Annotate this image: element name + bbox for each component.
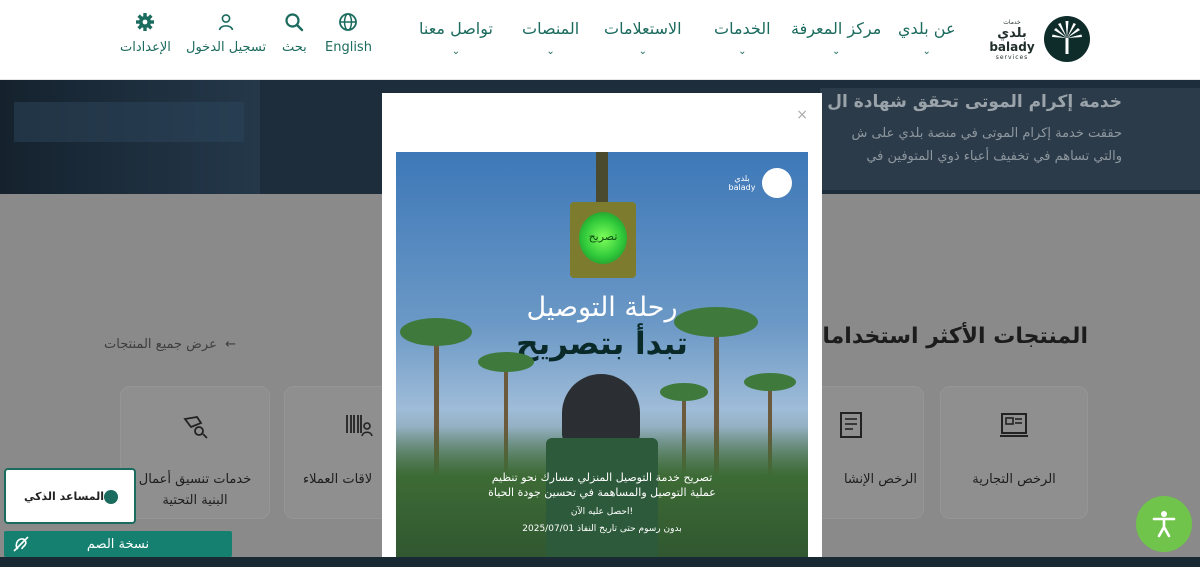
site-header: خدمات بلدي balady services عن بلدي ⌄ مرك… xyxy=(0,0,1200,80)
arrow-left-icon: ← xyxy=(220,337,237,352)
user-icon xyxy=(218,14,234,31)
login-label: تسجيل الدخول xyxy=(186,40,267,55)
view-all-label: عرض جميع المنتجات xyxy=(104,337,217,352)
palm-emblem-icon xyxy=(1044,16,1090,62)
search-button[interactable]: بحث xyxy=(282,12,307,55)
nav-contact[interactable]: تواصل معنا ⌄ xyxy=(419,18,493,68)
product-card-commercial-licenses[interactable]: الرخص التجارية xyxy=(940,386,1088,519)
balady-logo[interactable]: خدمات بلدي balady services xyxy=(986,14,1090,66)
poster-body-line2: عملية التوصيل والمساهمة في تحسين جودة ال… xyxy=(488,486,716,499)
hero-text-line1: حققت خدمة إكرام الموتى في منصة بلدي على … xyxy=(851,126,1122,141)
search-icon xyxy=(285,13,304,32)
nav-services-label: الخدمات xyxy=(714,19,771,38)
accessibility-icon xyxy=(1152,511,1176,538)
language-toggle[interactable]: English xyxy=(325,12,372,55)
palm-emblem-icon xyxy=(762,168,792,198)
hero-building-image xyxy=(0,80,260,194)
certificate-icon xyxy=(1000,413,1028,437)
traffic-light-pole xyxy=(596,152,608,202)
chevron-down-icon: ⌄ xyxy=(451,46,461,57)
hero-text-line2: والتي تساهم في تخفيف أعباء ذوي المتوفين … xyxy=(866,149,1122,164)
nav-services[interactable]: الخدمات ⌄ xyxy=(714,18,771,68)
poster-cta: احصل عليه الآن! xyxy=(570,507,634,517)
light-text: تصريح xyxy=(588,230,618,243)
logo-subtitle: services xyxy=(995,54,1029,61)
poster-logo: بلدي balady xyxy=(726,168,792,200)
poster-body: تصريح خدمة التوصيل المنزلي مسارك نحو تنظ… xyxy=(396,470,808,500)
infrastructure-icon xyxy=(183,416,208,439)
poster-logo-name: balady xyxy=(728,183,756,192)
settings-button[interactable]: الإعدادات xyxy=(120,12,171,55)
poster-logo-text: بلدي balady xyxy=(726,174,758,192)
poster-logo-arabic: بلدي xyxy=(734,174,750,183)
barcode-user-icon xyxy=(346,415,373,437)
nav-inquiries-label: الاستعلامات xyxy=(604,19,682,38)
logo-name: balady xyxy=(989,40,1035,54)
promo-modal: × تصريح بلدي balady رحلة التوصيل تبدأ بت… xyxy=(382,93,822,567)
product-card-infrastructure[interactable]: خدمات تنسيق أعمال البنية التحتية xyxy=(120,386,270,519)
nav-knowledge-center[interactable]: مركز المعرفة ⌄ xyxy=(791,18,881,68)
card-label: الرخص التجارية xyxy=(972,472,1056,487)
logo-arabic: بلدي xyxy=(997,26,1027,41)
close-icon[interactable]: × xyxy=(796,107,808,123)
accessibility-button[interactable] xyxy=(1136,496,1192,552)
deaf-version-label: نسخة الصم xyxy=(86,537,150,552)
logo-wordmark: خدمات بلدي balady services xyxy=(986,19,1038,62)
view-all-link[interactable]: عرض جميع المنتجات ← xyxy=(104,337,236,352)
nav-contact-label: تواصل معنا xyxy=(419,19,493,38)
deaf-version-button[interactable]: نسخة الصم xyxy=(4,531,232,557)
card-label: خدمات تنسيق أعمال البنية التحتية xyxy=(138,472,252,508)
nav-knowledge-label: مركز المعرفة xyxy=(791,19,882,38)
settings-label: الإعدادات xyxy=(120,40,171,55)
promo-poster[interactable]: تصريح بلدي balady رحلة التوصيل تبدأ بتصر… xyxy=(396,152,808,567)
nav-platforms-label: المنصات xyxy=(522,19,580,38)
chevron-down-icon: ⌄ xyxy=(638,46,647,57)
delivery-bag-image xyxy=(546,438,658,567)
login-button[interactable]: تسجيل الدخول xyxy=(186,12,266,55)
poster-footer: بدون رسوم حتى تاريخ النفاذ 2025/07/01 xyxy=(522,524,682,534)
chevron-down-icon: ⌄ xyxy=(546,46,555,57)
poster-body-line1: تصريح خدمة التوصيل المنزلي مسارك نحو تنظ… xyxy=(491,471,713,484)
smart-assistant-button[interactable]: المساعد الذكي xyxy=(4,468,136,524)
chevron-down-icon: ⌄ xyxy=(738,46,747,57)
chevron-down-icon: ⌄ xyxy=(831,46,841,57)
nav-inquiries[interactable]: الاستعلامات ⌄ xyxy=(604,18,682,68)
section-title: المنتجات الأكثر استخداما xyxy=(822,324,1088,349)
nav-about-label: عن بلدي xyxy=(898,19,956,38)
nav-platforms[interactable]: المنصات ⌄ xyxy=(522,18,579,68)
gear-icon xyxy=(136,13,155,31)
globe-icon xyxy=(339,13,358,31)
rider-helmet-image xyxy=(562,374,640,444)
document-icon xyxy=(840,412,862,438)
chevron-down-icon: ⌄ xyxy=(922,46,931,57)
assistant-label: المساعد الذكي xyxy=(24,490,105,503)
nav-about[interactable]: عن بلدي ⌄ xyxy=(898,18,955,68)
hero-title: خدمة إكرام الموتى تحقق شهادة ال xyxy=(827,92,1122,112)
hero-window-image xyxy=(14,102,244,142)
assistant-icon xyxy=(104,490,118,504)
bottom-strip xyxy=(0,557,1200,567)
language-label: English xyxy=(325,40,372,55)
search-label: بحث xyxy=(282,40,307,55)
